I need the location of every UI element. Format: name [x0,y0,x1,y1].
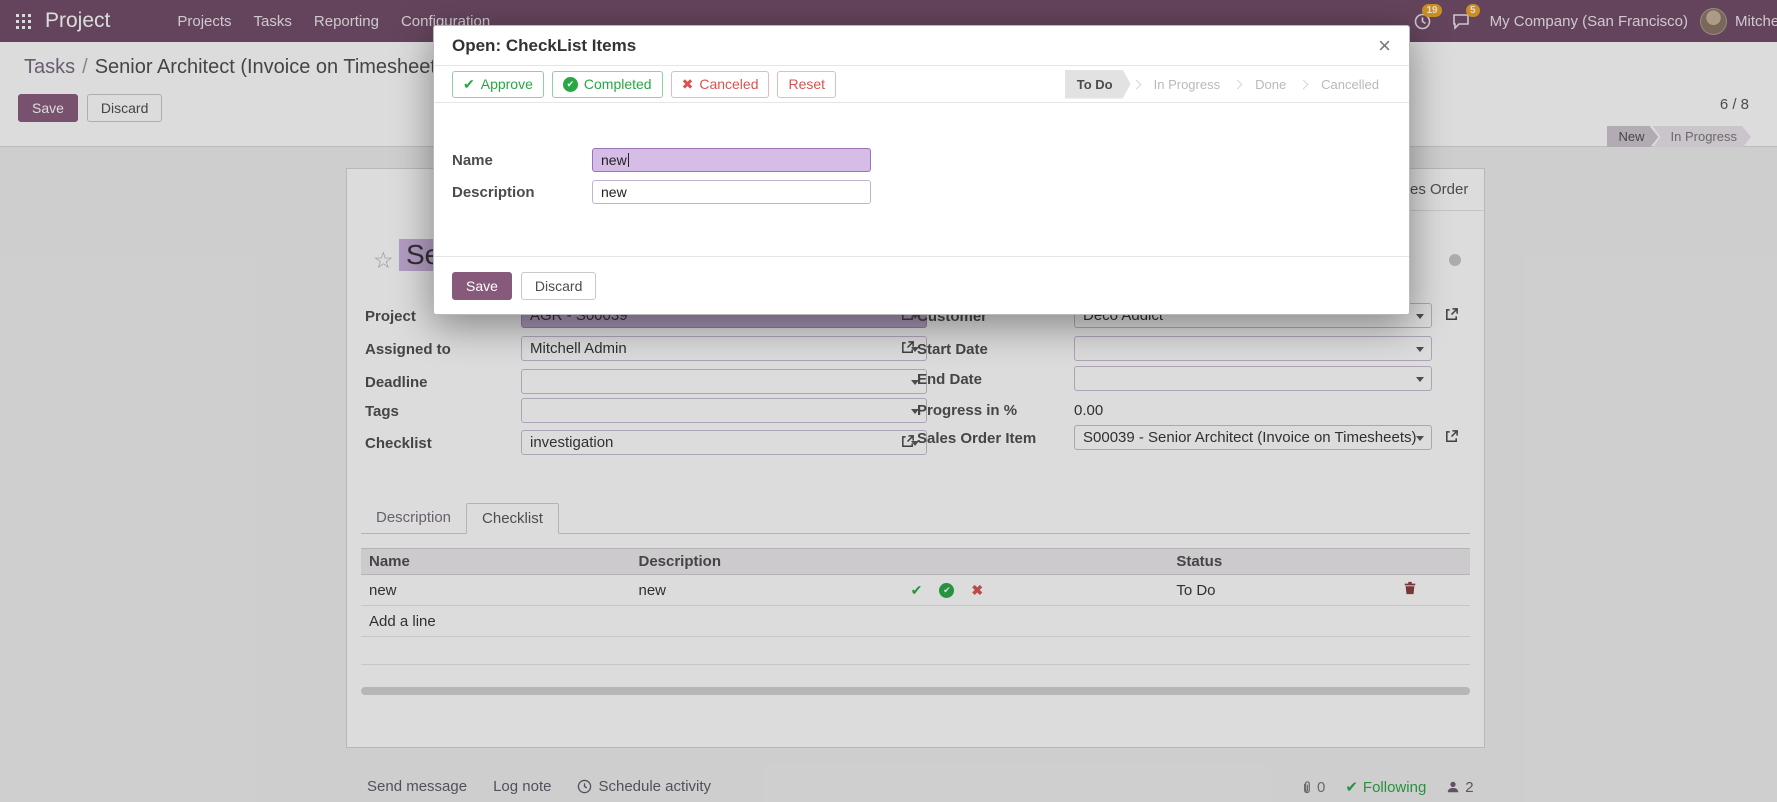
reset-button[interactable]: Reset [777,71,836,98]
circle-check-icon: ✔ [563,77,578,92]
modal-footer: Save Discard [434,256,1409,300]
modal-statusbar: To Do In Progress Done Cancelled [1065,70,1391,99]
modal-save-button[interactable]: Save [452,272,512,300]
stage-done[interactable]: Done [1243,70,1298,99]
approve-button[interactable]: ✔ Approve [452,71,544,98]
canceled-button[interactable]: ✖ Canceled [671,71,770,98]
stage-in-progress[interactable]: In Progress [1142,70,1232,99]
modal-body: Name new Description new [434,103,1409,256]
checklist-item-modal: Open: CheckList Items × ✔ Approve ✔ Comp… [433,25,1410,315]
chevron-right-icon [1233,79,1243,89]
description-label: Description [452,184,592,201]
stage-to-do[interactable]: To Do [1065,70,1131,99]
modal-title: Open: CheckList Items [452,36,636,56]
completed-button[interactable]: ✔ Completed [552,71,663,98]
chevron-right-icon [1299,79,1309,89]
modal-header: Open: CheckList Items × [434,26,1409,66]
close-icon[interactable]: × [1378,35,1391,57]
check-icon: ✔ [463,76,475,93]
description-input[interactable]: new [592,180,871,204]
stage-cancelled[interactable]: Cancelled [1309,70,1391,99]
chevron-right-icon [1131,79,1141,89]
name-label: Name [452,152,592,169]
modal-discard-button[interactable]: Discard [521,272,596,300]
text-cursor [628,153,629,167]
cross-icon: ✖ [682,76,694,93]
modal-toolbar: ✔ Approve ✔ Completed ✖ Canceled Reset T… [434,66,1409,103]
name-input[interactable]: new [592,148,871,172]
